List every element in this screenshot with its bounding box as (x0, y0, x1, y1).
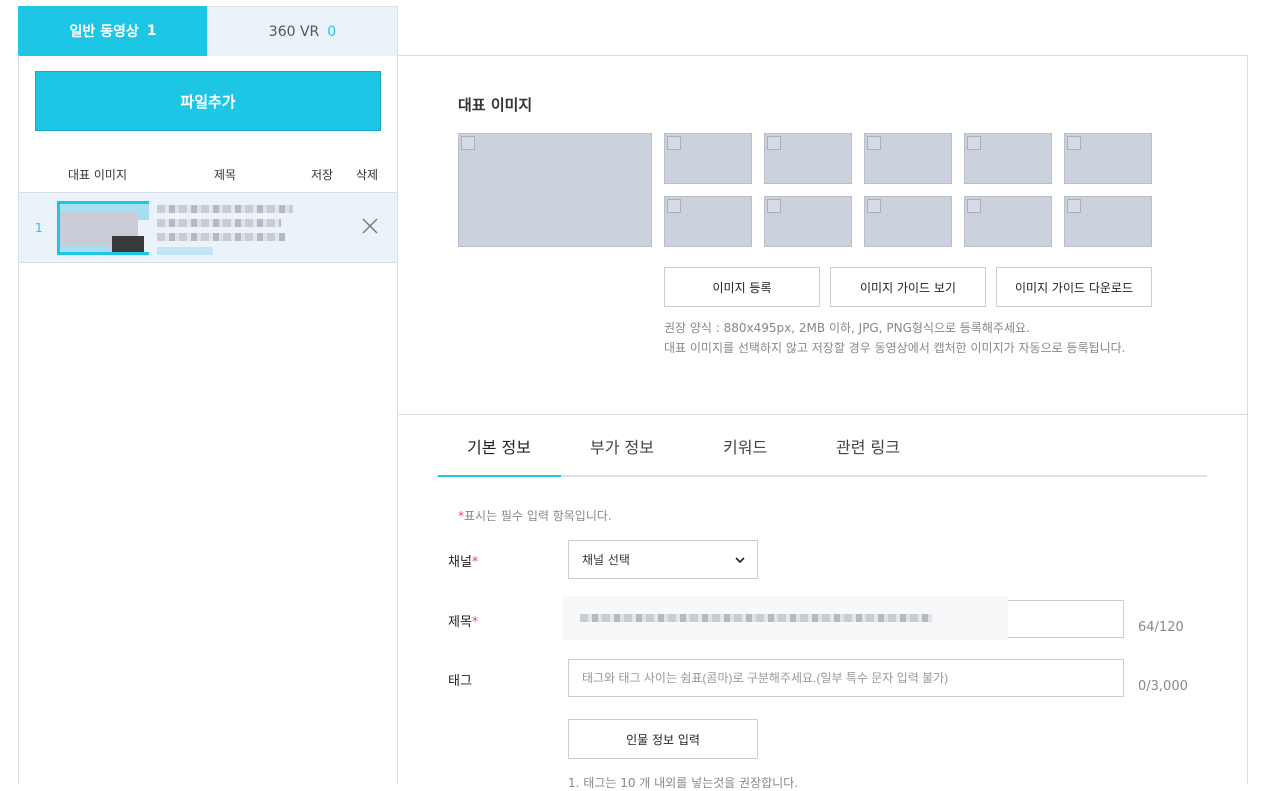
required-note-text: 표시는 필수 입력 항목입니다. (464, 509, 612, 523)
tag-label: 태그 (448, 674, 472, 689)
checkbox-icon[interactable] (667, 136, 681, 150)
tag-hint: 1. 태그는 10 개 내외를 넣는것을 권장합니다. (568, 776, 799, 790)
row-title-blurred (157, 201, 297, 255)
tag-input[interactable] (568, 659, 1124, 697)
checkbox-icon[interactable] (767, 199, 781, 213)
image-guide-view-button[interactable]: 이미지 가이드 보기 (830, 267, 986, 307)
thumbnail-slot[interactable] (864, 196, 952, 247)
tab-normal-video[interactable]: 일반 동영상 1 (18, 6, 208, 56)
thumbnail-hint-auto: 대표 이미지를 선택하지 않고 저장할 경우 동영상에서 캡처한 이미지가 자동… (664, 341, 1126, 355)
checkbox-icon[interactable] (867, 199, 881, 213)
thumbnail-slot[interactable] (864, 133, 952, 184)
tab-360-vr[interactable]: 360 VR 0 (207, 6, 398, 56)
required-star: * (471, 615, 479, 630)
thumbnail-hint-format: 권장 양식 : 880x495px, 2MB 이하, JPG, PNG형식으로 … (664, 321, 1030, 335)
column-save: 저장 (311, 168, 334, 182)
channel-label: 채널* (448, 551, 478, 570)
tab-basic-info[interactable]: 기본 정보 (467, 434, 531, 458)
checkbox-icon[interactable] (867, 136, 881, 150)
tab-related-link[interactable]: 관련 링크 (836, 434, 900, 458)
thumbnail-slot[interactable] (1064, 133, 1152, 184)
checkbox-icon[interactable] (461, 136, 475, 150)
row-thumbnail (57, 201, 149, 255)
required-note: *표시는 필수 입력 항목입니다. (458, 507, 612, 524)
column-title: 제목 (214, 168, 237, 182)
checkbox-icon[interactable] (967, 199, 981, 213)
tab-active-indicator (438, 475, 561, 477)
title-label: 제목* (448, 611, 478, 630)
tab-keyword[interactable]: 키워드 (723, 434, 767, 458)
title-counter: 64/120 (1138, 620, 1184, 635)
close-icon[interactable] (361, 217, 379, 235)
channel-select[interactable]: 채널 선택 (568, 540, 758, 579)
section-divider (398, 414, 1247, 415)
tab-normal-video-label: 일반 동영상 (69, 24, 139, 40)
title-label-text: 제목 (448, 615, 472, 630)
video-list-panel (18, 55, 398, 784)
thumbnail-section-title: 대표 이미지 (458, 96, 533, 114)
checkbox-icon[interactable] (1067, 136, 1081, 150)
thumbnail-slot[interactable] (1064, 196, 1152, 247)
title-value-blurred (562, 596, 1008, 640)
tag-counter: 0/3,000 (1138, 679, 1188, 694)
channel-select-value: 채널 선택 (582, 553, 630, 567)
tab-extra-info[interactable]: 부가 정보 (590, 434, 654, 458)
tab-360-vr-count: 0 (327, 23, 337, 40)
checkbox-icon[interactable] (1067, 199, 1081, 213)
required-star: * (471, 555, 479, 570)
tab-normal-video-count: 1 (146, 23, 157, 39)
tab-360-vr-label: 360 VR (268, 23, 320, 40)
image-guide-download-button[interactable]: 이미지 가이드 다운로드 (996, 267, 1152, 307)
checkbox-icon[interactable] (767, 136, 781, 150)
image-register-button[interactable]: 이미지 등록 (664, 267, 820, 307)
checkbox-icon[interactable] (667, 199, 681, 213)
column-delete: 삭제 (356, 168, 379, 182)
thumbnail-slot[interactable] (664, 196, 752, 247)
thumbnail-slot-main[interactable] (458, 133, 652, 247)
thumbnail-slot[interactable] (764, 196, 852, 247)
thumbnail-slot[interactable] (664, 133, 752, 184)
channel-label-text: 채널 (448, 555, 472, 570)
video-list-row[interactable]: 1 (19, 192, 397, 263)
person-info-button[interactable]: 인물 정보 입력 (568, 719, 758, 759)
row-index: 1 (35, 221, 43, 235)
thumbnail-slot[interactable] (764, 133, 852, 184)
checkbox-icon[interactable] (967, 136, 981, 150)
thumbnail-slot[interactable] (964, 196, 1052, 247)
chevron-down-icon (735, 557, 745, 564)
add-file-button[interactable]: 파일추가 (35, 71, 381, 131)
thumbnail-slot[interactable] (964, 133, 1052, 184)
column-thumb: 대표 이미지 (68, 168, 128, 182)
